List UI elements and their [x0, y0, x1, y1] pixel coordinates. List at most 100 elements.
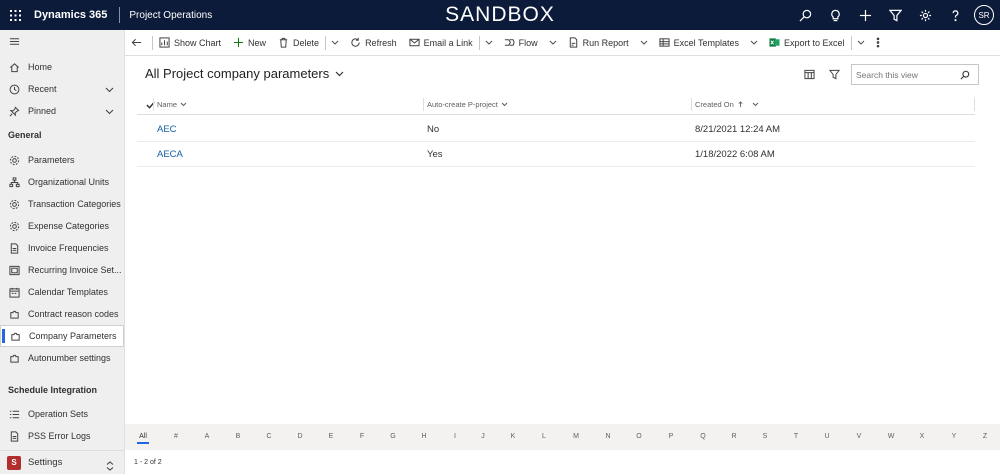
jump-letter[interactable]: Z [977, 433, 993, 440]
table-row[interactable]: AECA Yes 1/18/2022 6:08 AM [137, 142, 975, 167]
excel-templates-button[interactable]: Excel Templates [653, 30, 745, 56]
jump-letter[interactable]: B [230, 433, 246, 440]
filter-icon[interactable] [880, 0, 910, 30]
sidebar-item-label: Company Parameters [29, 331, 117, 341]
sidebar-item-transaction-categories[interactable]: Transaction Categories [0, 193, 124, 215]
sidebar-item-parameters[interactable]: Parameters [0, 149, 124, 171]
filter-icon[interactable] [828, 67, 841, 80]
flow-dropdown-chevron[interactable] [544, 30, 562, 56]
chevron-down-icon[interactable] [105, 107, 114, 117]
jump-letter[interactable]: H [416, 433, 432, 440]
jump-letter[interactable]: G [385, 433, 401, 440]
back-button[interactable] [125, 30, 152, 56]
search-box[interactable] [851, 64, 979, 85]
jump-letter[interactable]: P [663, 433, 679, 440]
chevron-down-icon [335, 71, 344, 76]
jump-letter[interactable]: U [819, 433, 835, 440]
jump-letter[interactable]: R [726, 433, 742, 440]
sidebar-item-pinned[interactable]: Pinned [0, 100, 124, 122]
more-commands-button[interactable] [870, 30, 890, 56]
app-name[interactable]: Project Operations [129, 10, 212, 21]
delete-label: Delete [293, 37, 320, 48]
run-report-dropdown-chevron[interactable] [635, 30, 653, 56]
document-icon [8, 430, 20, 442]
jump-letter[interactable]: A [199, 433, 215, 440]
flow-label: Flow [518, 37, 538, 48]
run-report-button[interactable]: Run Report [562, 30, 635, 56]
jump-letter[interactable]: V [851, 433, 867, 440]
jump-letter[interactable]: X [914, 433, 930, 440]
lightbulb-icon[interactable] [820, 0, 850, 30]
brand-name[interactable]: Dynamics 365 [34, 9, 107, 21]
topbar-separator [119, 7, 121, 23]
search-input[interactable] [852, 69, 960, 80]
jump-letter[interactable]: D [292, 433, 308, 440]
sidebar-item-recurring-invoice-setup[interactable]: Recurring Invoice Set... [0, 259, 124, 281]
column-header-auto-create[interactable]: Auto-create P-project [427, 94, 508, 115]
command-bar: Show Chart New Delete Refresh Email a Li… [125, 30, 1000, 56]
app-launcher-icon[interactable] [0, 0, 30, 30]
show-chart-button[interactable]: Show Chart [153, 30, 227, 56]
view-selector[interactable]: All Project company parameters [145, 66, 344, 81]
jump-letter[interactable]: C [261, 433, 277, 440]
search-icon[interactable] [960, 70, 970, 80]
jump-letter[interactable]: O [631, 433, 647, 440]
excel-templates-dropdown-chevron[interactable] [745, 30, 763, 56]
jump-letter[interactable]: N [600, 433, 616, 440]
export-excel-button[interactable]: Export to Excel [763, 30, 851, 56]
jump-letter[interactable]: F [354, 433, 370, 440]
jump-letter-all[interactable]: All [135, 433, 151, 444]
sidebar-item-invoice-frequencies[interactable]: Invoice Frequencies [0, 237, 124, 259]
jump-letter[interactable]: M [568, 433, 584, 440]
cell-name-link[interactable]: AEC [157, 117, 177, 142]
sidebar-item-contract-reason-codes[interactable]: Contract reason codes [0, 303, 124, 325]
user-avatar[interactable]: SR [974, 5, 994, 25]
jump-letter[interactable]: J [475, 433, 491, 440]
flow-button[interactable]: Flow [498, 30, 544, 56]
chevron-down-icon[interactable] [105, 85, 114, 95]
sidebar-item-pss-error-logs[interactable]: PSS Error Logs [0, 425, 124, 447]
sidebar-item-autonumber-settings[interactable]: Autonumber settings [0, 347, 124, 369]
jump-letter[interactable]: I [447, 433, 463, 440]
jump-letter[interactable]: K [505, 433, 521, 440]
area-switcher[interactable]: S Settings [0, 450, 124, 474]
email-dropdown-chevron[interactable] [480, 30, 498, 56]
delete-dropdown-chevron[interactable] [326, 30, 344, 56]
top-bar: Dynamics 365 Project Operations SANDBOX … [0, 0, 1000, 30]
column-divider [423, 98, 424, 111]
column-header-created-on[interactable]: Created On [695, 94, 759, 115]
sidebar-item-recent[interactable]: Recent [0, 78, 124, 100]
email-link-button[interactable]: Email a Link [403, 30, 479, 56]
jump-letter[interactable]: S [757, 433, 773, 440]
cell-created-on: 1/18/2022 6:08 AM [695, 149, 775, 160]
jump-letter[interactable]: E [323, 433, 339, 440]
sidebar-item-calendar-templates[interactable]: Calendar Templates [0, 281, 124, 303]
topbar-icons: SR [790, 0, 994, 30]
jump-letter[interactable]: # [168, 433, 184, 440]
edit-columns-icon[interactable] [804, 67, 816, 80]
column-header-name[interactable]: Name [157, 94, 187, 115]
export-dropdown-chevron[interactable] [852, 30, 870, 56]
help-icon[interactable] [940, 0, 970, 30]
clock-icon [8, 83, 20, 95]
jump-letter[interactable]: Y [946, 433, 962, 440]
jump-letter[interactable]: T [788, 433, 804, 440]
jump-letter[interactable]: Q [695, 433, 711, 440]
refresh-button[interactable]: Refresh [344, 30, 403, 56]
jump-letter[interactable]: W [883, 433, 899, 440]
new-button[interactable]: New [227, 30, 272, 56]
sidebar-item-expense-categories[interactable]: Expense Categories [0, 215, 124, 237]
sidebar-item-operation-sets[interactable]: Operation Sets [0, 403, 124, 425]
flow-icon [504, 39, 515, 46]
plus-icon[interactable] [850, 0, 880, 30]
sidebar-item-organizational-units[interactable]: Organizational Units [0, 171, 124, 193]
sidebar-item-company-parameters[interactable]: Company Parameters [0, 325, 124, 347]
cell-name-link[interactable]: AECA [157, 142, 183, 167]
sidebar-item-home[interactable]: Home [0, 56, 124, 78]
table-row[interactable]: AEC No 8/21/2021 12:24 AM [137, 117, 975, 142]
jump-letter[interactable]: L [536, 433, 552, 440]
gear-icon[interactable] [910, 0, 940, 30]
delete-button[interactable]: Delete [272, 30, 325, 56]
search-icon[interactable] [790, 0, 820, 30]
sidebar-collapse-button[interactable] [0, 30, 124, 52]
